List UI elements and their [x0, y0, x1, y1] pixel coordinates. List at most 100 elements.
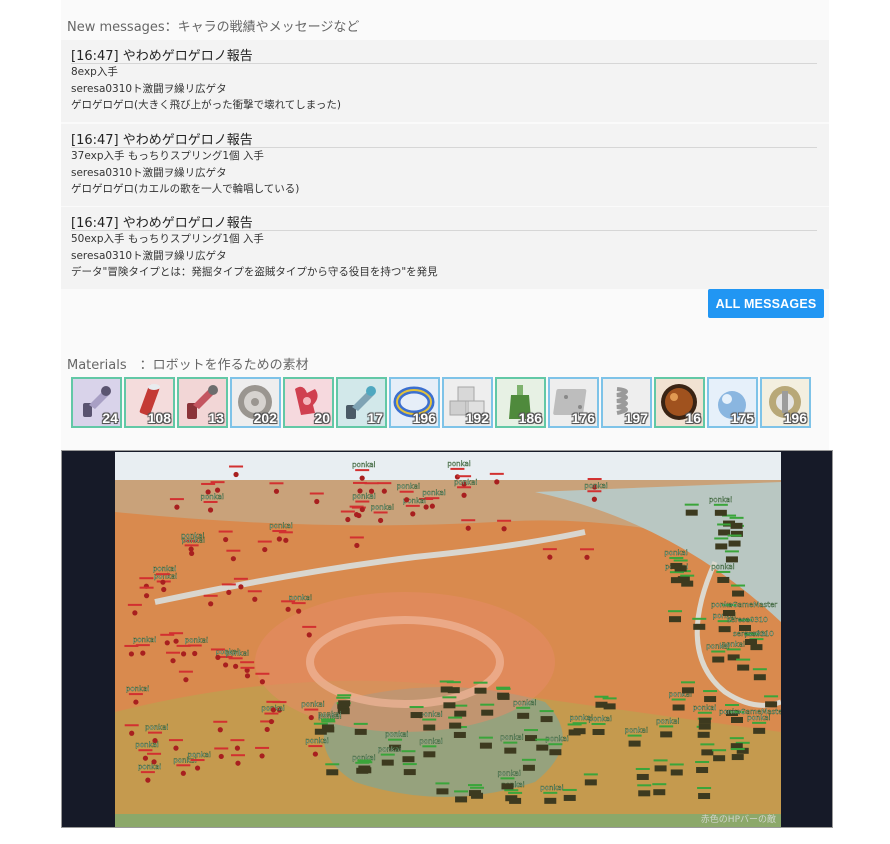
tank-unit[interactable]: [697, 711, 712, 724]
unit-name-label: ponkaGameMaster: [711, 601, 777, 609]
message-line: ゲロゲロゲロ(大きく飛び上がった衝撃で壊れてしまった): [71, 99, 341, 111]
material-count: 196: [783, 410, 807, 426]
tank-unit[interactable]: [729, 516, 744, 529]
material-item[interactable]: 108: [124, 377, 175, 428]
unit-name-label: ponkai: [706, 643, 729, 651]
message-line: seresa0310ト激闘ヲ繰リ広ゲタ: [71, 82, 227, 95]
material-item[interactable]: 16: [654, 377, 705, 428]
tank-unit[interactable]: [703, 690, 718, 703]
message-header: [16:47] やわめゲロゲロノ報告: [71, 40, 817, 64]
tank-unit[interactable]: [535, 738, 550, 751]
tank-unit[interactable]: [562, 788, 577, 801]
tank-unit[interactable]: [401, 750, 416, 763]
tank-unit[interactable]: [697, 787, 712, 800]
messages-section-title: New messages：キャラの戦績やメッセージなど: [67, 20, 360, 35]
unit-name-label: ponkai: [454, 478, 477, 486]
tank-unit[interactable]: [729, 737, 744, 750]
tank-unit[interactable]: [435, 782, 450, 795]
map-bottom-strip: [115, 814, 781, 827]
tank-unit[interactable]: [724, 550, 739, 563]
unit-name-label: ponkai: [305, 737, 328, 745]
material-item[interactable]: 202: [230, 377, 281, 428]
unit-name-label: ponkaGameMaster: [719, 708, 781, 716]
unit-name-label: ponkai: [135, 741, 158, 749]
tank-unit[interactable]: [602, 697, 617, 710]
tank-unit[interactable]: [446, 681, 461, 694]
tank-unit[interactable]: [635, 767, 650, 780]
material-count: 175: [730, 410, 754, 426]
tank-unit[interactable]: [337, 694, 352, 707]
material-item[interactable]: 17: [336, 377, 387, 428]
game-map-viewport[interactable]: ponkai ponkai ponkai ponkai ponkai ponkai ponk…: [61, 450, 833, 828]
tank-unit[interactable]: [539, 710, 554, 723]
all-messages-button[interactable]: ALL MESSAGES: [708, 289, 824, 318]
tank-unit[interactable]: [516, 706, 531, 719]
tank-unit[interactable]: [716, 570, 731, 583]
tank-unit[interactable]: [357, 759, 372, 772]
tank-unit[interactable]: [500, 777, 515, 790]
tank-unit[interactable]: [503, 741, 518, 754]
unit-name-label: ponkai: [318, 710, 341, 718]
tank-unit[interactable]: [591, 723, 606, 736]
material-item[interactable]: 192: [442, 377, 493, 428]
tank-unit[interactable]: [730, 748, 745, 761]
tank-unit[interactable]: [695, 761, 710, 774]
material-item[interactable]: 176: [548, 377, 599, 428]
tank-unit[interactable]: [543, 791, 558, 804]
tank-unit[interactable]: [409, 706, 424, 719]
tank-unit[interactable]: [380, 753, 395, 766]
tank-unit[interactable]: [473, 681, 488, 694]
material-item[interactable]: 186: [495, 377, 546, 428]
material-count: 192: [465, 410, 489, 426]
tank-unit[interactable]: [727, 534, 742, 547]
tank-unit[interactable]: [353, 722, 368, 735]
material-item[interactable]: 196: [760, 377, 811, 428]
unit-name-label: ponkai: [540, 784, 563, 792]
material-item[interactable]: 175: [707, 377, 758, 428]
unit-name-label: ponkai: [371, 503, 394, 511]
unit-name-label: ponkai: [570, 714, 593, 722]
tank-unit[interactable]: [711, 650, 726, 663]
message-line: ゲロゲロゲロ(カエルの歌を一人で輪唱している): [71, 183, 300, 195]
material-count: 196: [412, 410, 436, 426]
tank-unit[interactable]: [712, 749, 727, 762]
tank-unit[interactable]: [652, 783, 667, 796]
tank-unit[interactable]: [402, 763, 417, 776]
unit-name-label: seresa0310: [733, 630, 774, 638]
materials-section-title: Materials ：ロボットを作るための素材: [67, 358, 309, 373]
tank-unit[interactable]: [442, 696, 457, 709]
tank-unit[interactable]: [717, 523, 732, 536]
tank-unit[interactable]: [572, 722, 587, 735]
unit-name-label: ponkai: [497, 769, 520, 777]
unit-name-label: ponkai: [133, 636, 156, 644]
unit-name-label: ponkai: [188, 751, 211, 759]
battle-map[interactable]: ponkai ponkai ponkai ponkai ponkai ponkai ponk…: [115, 452, 781, 828]
tank-unit[interactable]: [653, 759, 668, 772]
material-item[interactable]: 20: [283, 377, 334, 428]
material-item[interactable]: 13: [177, 377, 228, 428]
unit-name-label: ponkai: [584, 482, 607, 490]
unit-name-label: ponkai: [185, 636, 208, 644]
material-item[interactable]: 196: [389, 377, 440, 428]
main-panel: New messages：キャラの戦績やメッセージなど [16:47] やわめゲ…: [61, 0, 829, 450]
tank-unit[interactable]: [714, 537, 729, 550]
material-item[interactable]: 197: [601, 377, 652, 428]
tank-unit[interactable]: [508, 791, 523, 804]
material-item[interactable]: 24: [71, 377, 122, 428]
unit-name-label: ponkai: [352, 493, 375, 501]
message-line: 37exp入手 もっちりスプリング1個 入手: [71, 150, 264, 162]
tank-unit[interactable]: [548, 743, 563, 756]
tank-unit[interactable]: [468, 784, 482, 797]
material-count: 16: [685, 410, 701, 426]
tank-unit[interactable]: [422, 718, 437, 731]
tank-unit[interactable]: [448, 716, 463, 729]
tank-unit[interactable]: [684, 503, 699, 516]
unit-name-label: ponkai: [145, 724, 168, 732]
tank-unit[interactable]: [480, 703, 495, 716]
tank-unit[interactable]: [669, 763, 684, 776]
tank-unit[interactable]: [680, 681, 695, 694]
tank-unit[interactable]: [752, 721, 767, 734]
tank-unit[interactable]: [637, 784, 652, 797]
tank-unit[interactable]: [752, 668, 767, 681]
tank-unit[interactable]: [521, 758, 536, 771]
